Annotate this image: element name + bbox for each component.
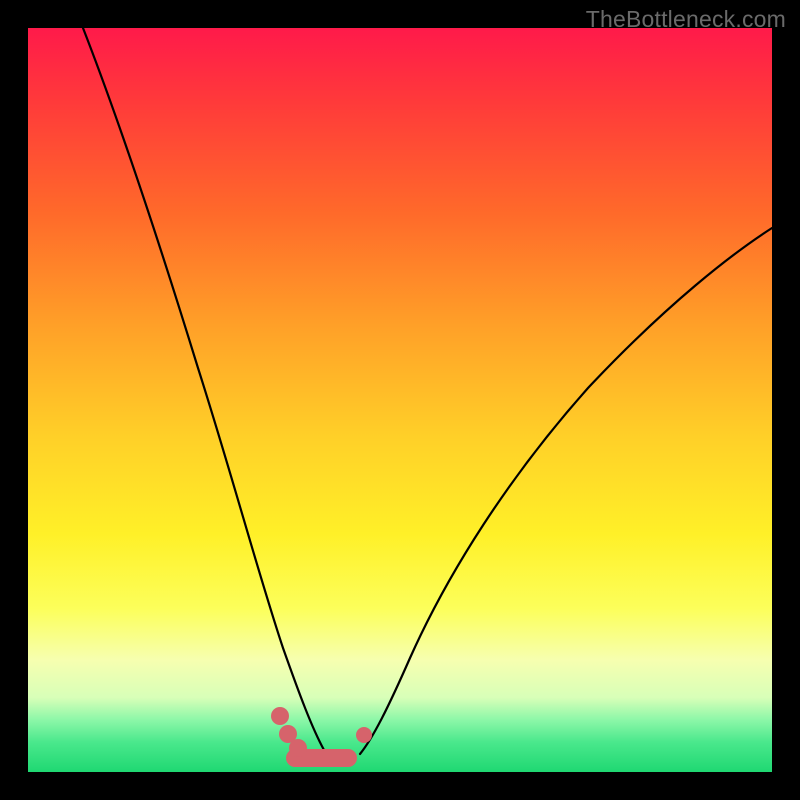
bottleneck-curve-left <box>83 28 324 750</box>
curve-group <box>83 28 772 754</box>
bottleneck-curve-right <box>360 228 772 754</box>
watermark-text: TheBottleneck.com <box>586 6 786 33</box>
bottleneck-plot <box>28 28 772 772</box>
marker-dot <box>356 727 372 743</box>
marker-dot <box>289 739 307 757</box>
marker-dot <box>271 707 289 725</box>
chart-canvas <box>28 28 772 772</box>
